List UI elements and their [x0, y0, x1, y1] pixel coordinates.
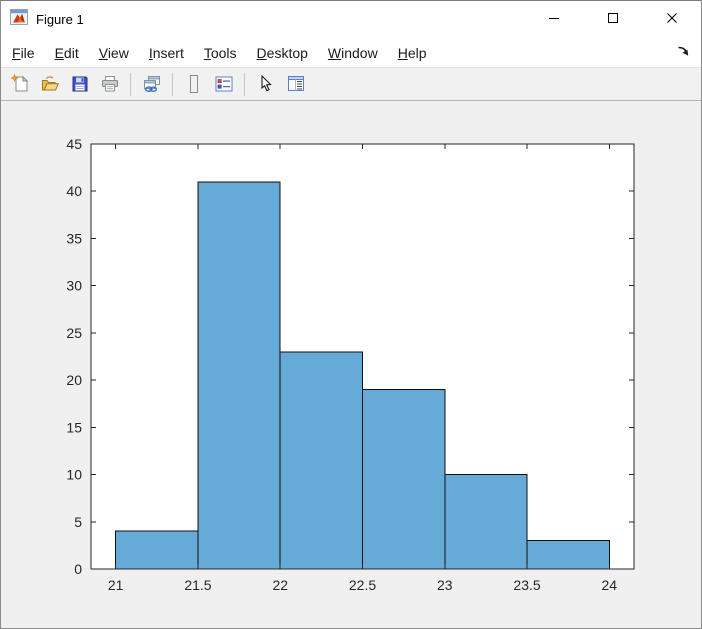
minimize-icon [548, 12, 560, 27]
histogram-bar [115, 530, 199, 570]
x-tick-label: 23.5 [513, 577, 540, 593]
new-figure-icon [9, 74, 28, 92]
toolbar-items [6, 71, 309, 98]
matlab-logo-icon [10, 9, 28, 30]
print-icon [101, 76, 118, 92]
x-tick-label: 24 [602, 577, 618, 593]
histogram-bar [526, 540, 610, 570]
insert-legend-button[interactable] [210, 71, 237, 98]
save-figure-button[interactable] [66, 71, 93, 98]
property-inspector-icon [287, 76, 304, 91]
maximize-button[interactable] [583, 1, 642, 38]
close-button[interactable] [642, 1, 701, 38]
menu-item-help[interactable]: Help [388, 41, 437, 65]
insert-colorbar-button[interactable] [180, 71, 207, 98]
y-tick-label: 15 [66, 419, 82, 435]
menu-bar: File Edit View Insert Tools Desktop Window Help [1, 38, 701, 67]
y-tick-label: 40 [66, 183, 82, 199]
x-tick-label: 21 [108, 577, 124, 593]
legend-icon [215, 76, 232, 92]
link-plot-button[interactable] [138, 71, 165, 98]
histogram-bar [197, 181, 281, 570]
window-controls [524, 1, 701, 38]
menu-item-file[interactable]: File [2, 41, 45, 65]
title-bar[interactable]: Figure 1 [1, 1, 701, 38]
maximize-icon [607, 12, 619, 27]
y-tick-label: 20 [66, 372, 82, 388]
save-icon [72, 76, 87, 92]
y-tick-label: 35 [66, 230, 82, 246]
minimize-button[interactable] [524, 1, 583, 38]
figure-canvas: 21 21.5 22 22.5 23 23.5 24 0 5 10 15 20 25 30 35 40 45 [1, 101, 701, 628]
toolbar-separator [172, 72, 173, 96]
figure-toolbar [1, 67, 701, 101]
y-tick-label: 10 [66, 467, 82, 483]
menu-item-desktop[interactable]: Desktop [247, 41, 318, 65]
edit-plot-button[interactable] [252, 71, 279, 98]
print-figure-button[interactable] [96, 71, 123, 98]
histogram-bar [444, 474, 528, 570]
y-tick-label: 0 [74, 561, 82, 577]
property-inspector-button[interactable] [282, 71, 309, 98]
menu-item-view[interactable]: View [89, 41, 139, 65]
toolbar-separator [244, 72, 245, 96]
menu-item-window[interactable]: Window [318, 41, 388, 65]
histogram-bar [362, 389, 446, 570]
x-tick-label: 23 [437, 577, 453, 593]
dock-figure-icon [676, 44, 690, 61]
x-tick-label: 22.5 [349, 577, 376, 593]
link-plot-icon [143, 76, 160, 93]
menu-item-edit[interactable]: Edit [45, 41, 89, 65]
x-tick-label: 22 [272, 577, 288, 593]
y-tick-label: 25 [66, 325, 82, 341]
edit-plot-arrow-icon [260, 74, 272, 92]
colorbar-icon [189, 75, 198, 93]
toolbar-separator [130, 72, 131, 96]
menu-items: File Edit View Insert Tools Desktop Window Help [2, 41, 437, 65]
figure-window: Figure 1 File Edit View Insert Tools Desktop W… [0, 0, 702, 629]
close-icon [666, 12, 678, 27]
menu-item-tools[interactable]: Tools [194, 41, 247, 65]
histogram-chart: 21 21.5 22 22.5 23 23.5 24 0 5 10 15 20 25 30 35 40 45 [66, 136, 635, 593]
histogram-bar [279, 351, 363, 570]
menu-item-insert[interactable]: Insert [139, 41, 194, 65]
dock-figure-button[interactable] [676, 44, 690, 61]
new-figure-button[interactable] [6, 71, 33, 98]
x-tick-label: 21.5 [184, 577, 211, 593]
y-tick-label: 45 [66, 136, 82, 152]
window-title: Figure 1 [36, 12, 84, 27]
y-tick-label: 5 [74, 514, 82, 530]
open-file-button[interactable] [36, 71, 63, 98]
y-tick-label: 30 [66, 278, 82, 294]
open-folder-icon [41, 76, 59, 91]
